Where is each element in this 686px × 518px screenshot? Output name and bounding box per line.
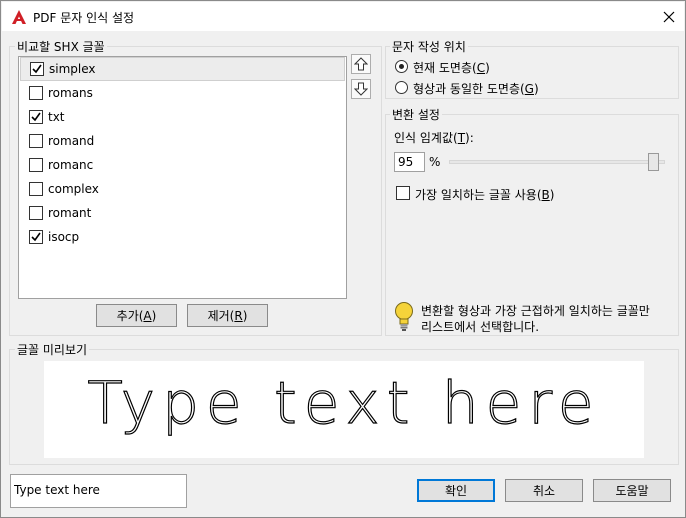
shx-group-label: 비교할 SHX 글꼴 <box>15 38 107 55</box>
add-button-label: 추가( <box>116 309 144 323</box>
pdf-text-recognition-dialog: PDF 문자 인식 설정 비교할 SHX 글꼴 simplex romans t… <box>0 0 686 518</box>
list-item-label: txt <box>48 110 65 124</box>
cancel-button[interactable]: 취소 <box>505 479 583 502</box>
autocad-app-icon <box>12 10 26 24</box>
threshold-key: T <box>457 131 466 145</box>
add-button[interactable]: 추가(A) <box>96 304 177 327</box>
threshold-text: 인식 임계값( <box>394 131 458 145</box>
list-item-label: romanc <box>48 158 94 172</box>
lightbulb-icon <box>395 302 413 331</box>
arrow-down-icon <box>354 82 368 96</box>
checkbox-romant[interactable] <box>29 206 43 220</box>
remove-button-label: 제거( <box>207 309 235 323</box>
arrow-up-icon <box>354 57 368 71</box>
list-item-txt[interactable]: txt <box>20 105 345 129</box>
option2-key: G <box>524 82 534 96</box>
option1-key: C <box>476 61 486 75</box>
checkbox-romand[interactable] <box>29 134 43 148</box>
preview-group-label: 글꼴 미리보기 <box>15 341 90 358</box>
remove-button-close: ) <box>242 308 248 323</box>
remove-button[interactable]: 제거(R) <box>187 304 268 327</box>
checkbox-simplex[interactable] <box>30 62 44 76</box>
title-bar: PDF 문자 인식 설정 <box>2 2 684 31</box>
checkbox-romans[interactable] <box>29 86 43 100</box>
list-item-simplex[interactable]: simplex <box>20 57 345 81</box>
option1-close: ) <box>485 61 490 75</box>
percent-label: % <box>429 155 441 169</box>
radio-current-layer-label[interactable]: 현재 도면층(C) <box>413 59 490 76</box>
list-item-label: simplex <box>49 62 96 76</box>
add-button-key: A <box>143 308 152 323</box>
list-item-romant[interactable]: romant <box>20 201 345 225</box>
option1-text: 현재 도면층( <box>413 61 477 75</box>
list-item-romans[interactable]: romans <box>20 81 345 105</box>
checkbox-complex[interactable] <box>29 182 43 196</box>
list-item-label: romans <box>48 86 93 100</box>
list-item-romand[interactable]: romand <box>20 129 345 153</box>
radio-same-layer[interactable] <box>395 81 408 94</box>
preview-text: Type text here <box>87 368 601 437</box>
threshold-suffix: ): <box>465 131 474 145</box>
list-item-complex[interactable]: complex <box>20 177 345 201</box>
option2-text: 형상과 동일한 도면층( <box>413 82 525 96</box>
move-down-button[interactable] <box>351 79 371 99</box>
cancel-button-label: 취소 <box>532 484 556 498</box>
list-item-label: romant <box>48 206 92 220</box>
threshold-slider-track[interactable] <box>449 160 665 164</box>
move-up-button[interactable] <box>351 54 371 74</box>
conversion-group-label: 변환 설정 <box>390 106 442 123</box>
hint-line-1: 변환할 형상과 가장 근접하게 일치하는 글꼴만 <box>421 304 650 318</box>
threshold-input[interactable] <box>394 152 425 172</box>
list-item-label: isocp <box>48 230 80 244</box>
shx-font-list[interactable]: simplex romans txt romand romanc complex… <box>18 56 347 299</box>
list-item-romanc[interactable]: romanc <box>20 153 345 177</box>
add-button-close: ) <box>151 308 157 323</box>
checkmark-icon <box>31 112 41 122</box>
best-match-text: 가장 일치하는 글꼴 사용( <box>415 188 542 202</box>
font-preview-canvas: Type text here <box>44 361 644 458</box>
help-button-label: 도움말 <box>615 484 649 498</box>
option2-close: ) <box>533 82 539 96</box>
close-button[interactable] <box>654 2 684 31</box>
best-match-label[interactable]: 가장 일치하는 글꼴 사용(B) <box>415 186 554 203</box>
position-group-label: 문자 작성 위치 <box>390 38 468 55</box>
preview-text-input[interactable] <box>10 474 187 508</box>
checkbox-txt[interactable] <box>29 110 43 124</box>
hint-line-2: 리스트에서 선택합니다. <box>421 320 540 334</box>
ok-button-label: 확인 <box>444 484 468 498</box>
help-button[interactable]: 도움말 <box>593 479 671 502</box>
threshold-slider-thumb[interactable] <box>648 153 659 171</box>
checkmark-icon <box>31 232 41 242</box>
best-match-checkbox[interactable] <box>396 186 410 200</box>
radio-same-layer-label[interactable]: 형상과 동일한 도면층(G) <box>413 80 539 97</box>
list-item-isocp[interactable]: isocp <box>20 225 345 249</box>
checkmark-icon <box>32 64 42 74</box>
close-icon <box>663 11 675 22</box>
checkbox-isocp[interactable] <box>29 230 43 244</box>
ok-button[interactable]: 확인 <box>417 479 495 502</box>
checkbox-romanc[interactable] <box>29 158 43 172</box>
remove-button-key: R <box>234 308 243 323</box>
radio-current-layer[interactable] <box>395 60 408 73</box>
best-match-close: ) <box>549 188 555 202</box>
window-title: PDF 문자 인식 설정 <box>33 11 135 25</box>
list-item-label: romand <box>48 134 95 148</box>
list-item-label: complex <box>48 182 99 196</box>
threshold-label: 인식 임계값(T): <box>394 129 474 146</box>
best-match-key: B <box>541 188 550 202</box>
